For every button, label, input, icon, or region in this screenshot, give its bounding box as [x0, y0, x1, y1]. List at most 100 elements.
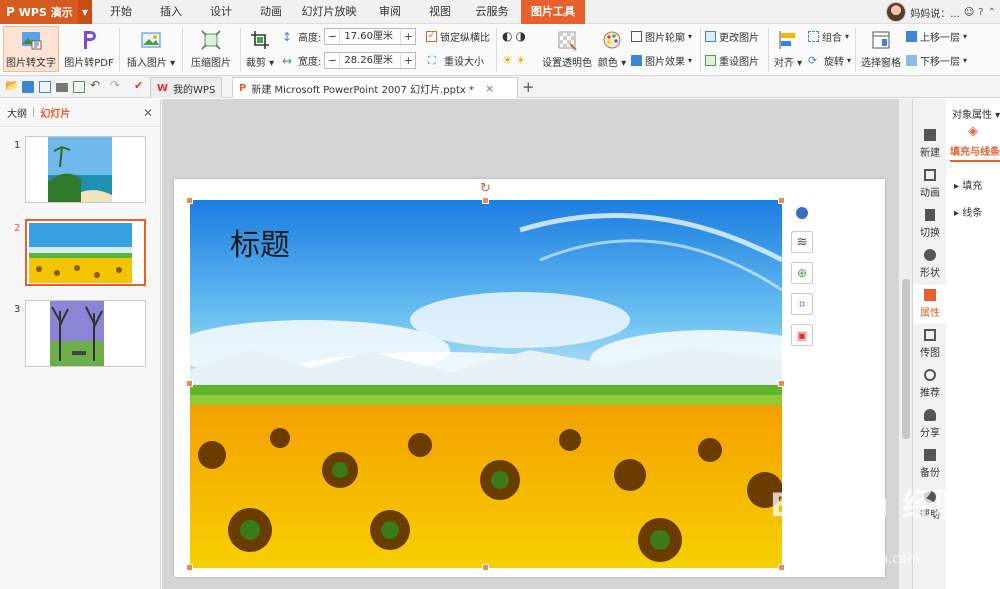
color-button[interactable]: 颜色 ▾	[597, 26, 627, 72]
user-name[interactable]: 妈妈说：...	[910, 5, 960, 20]
doctab-presentation[interactable]: P 新建 Microsoft PowerPoint 2007 幻灯片.pptx …	[232, 77, 518, 98]
bring-forward-button[interactable]: 上移一层 ▾	[906, 29, 967, 44]
thumbnail-sunflower-image[interactable]	[25, 219, 146, 286]
collapse-icon[interactable]	[796, 207, 808, 219]
resize-handle[interactable]	[778, 564, 785, 571]
rotate-handle-icon[interactable]: ↻	[480, 181, 491, 196]
picture-outline-button[interactable]: 图片轮廓 ▾	[631, 29, 692, 44]
close-icon[interactable]: ×	[485, 82, 494, 95]
contrast-down-icon[interactable]: ◑	[515, 29, 525, 43]
zoom-button[interactable]: ⊕	[791, 262, 813, 284]
resize-handle[interactable]	[778, 197, 785, 204]
lock-ratio-checkbox[interactable]: ✓ 锁定纵横比	[426, 29, 490, 44]
tab-view[interactable]: 视图	[424, 0, 456, 24]
reset-size-button[interactable]: ⛶ 重设大小	[428, 53, 484, 68]
add-tab-icon[interactable]: +	[522, 78, 535, 96]
sidebar-item-upload[interactable]: 传图	[913, 329, 947, 359]
resize-handle[interactable]	[186, 197, 193, 204]
pic-to-pdf-button[interactable]: 图片转PDF	[63, 26, 115, 72]
resize-handle[interactable]	[186, 564, 193, 571]
thumbnail-beach-image[interactable]	[25, 136, 146, 203]
tab-fill-line[interactable]: 填充与线条	[950, 143, 1000, 162]
tab-animation[interactable]: 动画	[255, 0, 287, 24]
resize-handle[interactable]	[778, 380, 785, 387]
chevron-up-icon[interactable]: ⌃	[988, 7, 996, 18]
sidebar-item-shapes[interactable]: 形状	[913, 249, 947, 279]
redo-icon[interactable]: ↷	[110, 78, 122, 92]
crop-tool-button[interactable]: ⌗	[791, 293, 813, 315]
print-preview-icon[interactable]	[73, 81, 85, 93]
checkmark-icon[interactable]: ✓	[426, 31, 437, 42]
section-line[interactable]: ▸ 线条	[954, 204, 982, 219]
compress-picture-button[interactable]: 压缩图片	[188, 26, 234, 72]
pic-to-text-button[interactable]: 图片转文字	[3, 26, 59, 72]
rotate-button[interactable]: ⟳ 旋转 ▾	[808, 53, 851, 68]
decrement-button[interactable]: −	[325, 30, 339, 43]
brightness-down-icon[interactable]: ☀	[516, 54, 526, 67]
sidebar-item-recommend[interactable]: 推荐	[913, 369, 947, 399]
resize-handle[interactable]	[482, 197, 489, 204]
tab-slideshow[interactable]: 幻灯片放映	[300, 0, 358, 24]
resize-handle[interactable]	[482, 564, 489, 571]
tab-home[interactable]: 开始	[105, 0, 137, 24]
tab-outline[interactable]: 大纲	[7, 105, 27, 120]
tab-slides[interactable]: 幻灯片	[40, 105, 70, 120]
width-stepper[interactable]: − 28.26厘米 +	[324, 52, 417, 69]
user-area[interactable]: 妈妈说：... ☺ ? ⌃	[886, 0, 1000, 24]
layers-button[interactable]: ≋	[791, 231, 813, 253]
properties-header[interactable]: 对象属性 ▾	[952, 106, 1000, 121]
sidebar-item-transition[interactable]: 切换	[913, 209, 947, 239]
sidebar-item-new[interactable]: 新建	[913, 129, 947, 159]
doctab-my-wps[interactable]: W 我的WPS	[150, 77, 223, 98]
reset-picture-button[interactable]: 重设图片	[705, 53, 759, 68]
print-icon[interactable]	[56, 83, 68, 92]
slide-picture[interactable]: 标题	[190, 200, 782, 568]
width-input[interactable]: 28.26厘米	[339, 53, 402, 68]
save-icon[interactable]	[22, 81, 34, 93]
close-icon[interactable]: ✕	[143, 106, 153, 120]
avatar[interactable]	[886, 2, 907, 22]
tab-picture-tools[interactable]: 图片工具	[521, 0, 585, 24]
sidebar-item-animation[interactable]: 动画	[913, 169, 947, 199]
increment-button[interactable]: +	[401, 30, 415, 43]
chevron-down-icon[interactable]: ▼	[78, 0, 92, 24]
skin-icon[interactable]: ☺	[964, 7, 974, 18]
contrast-buttons[interactable]: ◐ ◑	[502, 29, 526, 43]
open-icon[interactable]: 📂	[5, 79, 19, 92]
sidebar-item-share[interactable]: 分享	[913, 409, 947, 439]
insert-picture-button[interactable]: 插入图片 ▾	[124, 26, 178, 72]
brightness-up-icon[interactable]: ☀	[502, 53, 513, 67]
selection-pane-button[interactable]: 选择窗格	[860, 26, 902, 72]
scrollbar-thumb[interactable]	[902, 279, 910, 439]
sidebar-item-properties[interactable]: 属性	[913, 285, 947, 323]
sidebar-item-backup[interactable]: 备份	[913, 449, 947, 479]
contrast-up-icon[interactable]: ◐	[502, 29, 512, 43]
save-as-icon[interactable]	[39, 81, 51, 93]
crop-button[interactable]: 裁剪 ▾	[244, 26, 276, 72]
align-button[interactable]: 对齐 ▾	[772, 26, 804, 72]
section-fill[interactable]: ▸ 填充	[954, 177, 982, 192]
decrement-button[interactable]: −	[325, 54, 339, 67]
resize-handle[interactable]	[186, 380, 193, 387]
set-transparent-button[interactable]: 设置透明色	[540, 26, 594, 72]
change-picture-button[interactable]: 更改图片	[705, 29, 759, 44]
undo-icon[interactable]: ↶	[90, 78, 102, 92]
picture-effects-button[interactable]: 图片效果 ▾	[631, 53, 692, 68]
sunflower-image	[27, 221, 144, 284]
tab-insert[interactable]: 插入	[155, 0, 187, 24]
tab-design[interactable]: 设计	[205, 0, 237, 24]
app-menu-button[interactable]: P WPS 演示 ▼	[0, 0, 92, 24]
picture-frame-button[interactable]: ▣	[791, 324, 813, 346]
thumbnail-trees-image[interactable]	[25, 300, 146, 367]
tab-review[interactable]: 审阅	[374, 0, 406, 24]
tab-cloud[interactable]: 云服务	[472, 0, 512, 24]
height-stepper[interactable]: − 17.60厘米 +	[324, 28, 417, 45]
help-icon[interactable]: ?	[978, 7, 983, 18]
brightness-buttons[interactable]: ☀ ☀	[502, 53, 526, 67]
send-backward-button[interactable]: 下移一层 ▾	[906, 53, 967, 68]
pin-icon[interactable]: ✔	[134, 79, 146, 92]
slide-title[interactable]: 标题	[230, 220, 290, 264]
height-input[interactable]: 17.60厘米	[339, 29, 402, 44]
group-button[interactable]: 组合 ▾	[808, 29, 849, 44]
increment-button[interactable]: +	[401, 54, 415, 67]
